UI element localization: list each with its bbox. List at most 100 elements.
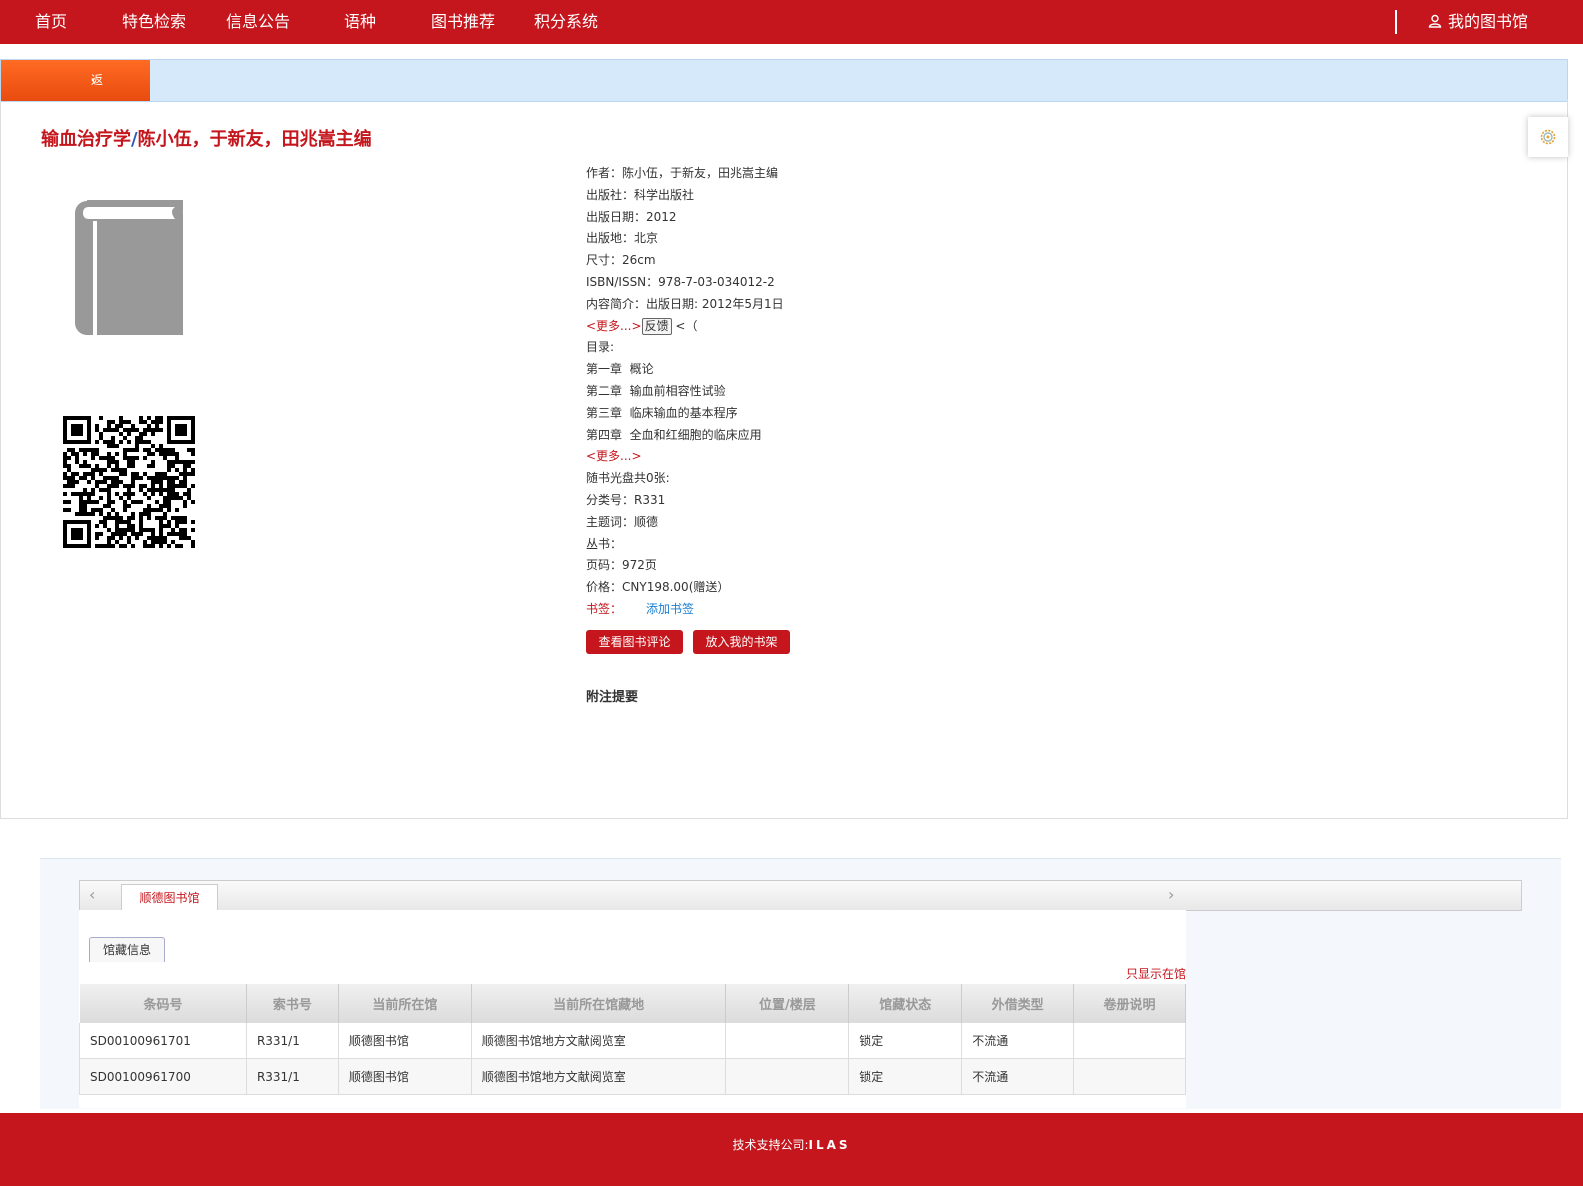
tab-shunde-library[interactable]: 顺德图书馆 (121, 884, 218, 911)
field-publisher: 出版社：科学出版社 (586, 185, 784, 207)
back-to-list-button[interactable]: ‹ 返回列表 (1, 60, 150, 210)
nav-points-system[interactable]: 积分系统 (534, 0, 598, 44)
column-header[interactable]: 馆藏状态 (848, 984, 963, 1023)
field-label: 随书光盘共0张: (586, 471, 670, 486)
field-value: 26cm (622, 253, 656, 268)
field-label: 出版地： (586, 231, 635, 246)
column-header[interactable]: 条码号 (79, 984, 247, 1023)
notes-heading: 附注提要 (586, 690, 639, 705)
summary-more-row: <更多...> 反馈 <（ (586, 316, 784, 338)
nav-home[interactable]: 首页 (35, 0, 67, 44)
column-header[interactable]: 卷册说明 (1073, 984, 1186, 1023)
tab-holdings-info[interactable]: 馆藏信息 (89, 937, 165, 962)
bibliographic-info: 作者：陈小伍，于新友，田兆嵩主编 出版社：科学出版社 出版日期：2012 出版地… (586, 163, 784, 621)
table-cell: 顺德图书馆 (337, 1022, 472, 1059)
table-cell: 不流通 (961, 1058, 1075, 1095)
field-value: 陈小伍，于新友，田兆嵩主编 (622, 166, 779, 180)
field-isbn: ISBN/ISSN：978-7-03-034012-2 (586, 272, 784, 294)
table-row: SD00100961701 R331/1 顺德图书馆 顺德图书馆地方文献阅览室 … (79, 1022, 1186, 1059)
table-cell: 不流通 (961, 1022, 1075, 1059)
field-pages: 页码：972页 (586, 555, 784, 577)
view-reviews-button[interactable]: 查看图书评论 (586, 630, 683, 654)
field-value: 972页 (622, 558, 657, 573)
field-pub-date: 出版日期：2012 (586, 207, 784, 229)
field-label: 作者： (586, 166, 623, 180)
field-pub-place: 出版地：北京 (586, 228, 784, 250)
user-icon (1428, 14, 1442, 28)
table-row: SD00100961700 R331/1 顺德图书馆 顺德图书馆地方文献阅览室 … (79, 1058, 1186, 1095)
nav-languages[interactable]: 语种 (344, 0, 376, 44)
add-to-shelf-button[interactable]: 放入我的书架 (693, 630, 790, 654)
table-cell: R331/1 (245, 1022, 339, 1059)
table-cell: SD00100961700 (79, 1058, 247, 1095)
nav-announcements[interactable]: 信息公告 (226, 0, 290, 44)
table-cell (725, 1058, 850, 1095)
column-header[interactable]: 外借类型 (961, 984, 1075, 1023)
feedback-trailing-text: <（ (675, 318, 698, 333)
table-cell (1073, 1022, 1186, 1059)
field-label: 出版日期： (586, 209, 647, 224)
field-label: 内容简介： (586, 296, 647, 311)
footer: 技术支持公司:ILAS (0, 1113, 1583, 1186)
column-header[interactable]: 当前所在馆 (337, 984, 472, 1023)
field-value: 科学出版社 (634, 187, 695, 202)
toc-label: 目录: (586, 340, 615, 355)
my-library-label: 我的图书馆 (1448, 12, 1529, 31)
field-value: R331 (634, 492, 666, 507)
toc-more-row: <更多...> (586, 446, 784, 468)
field-label: 页码： (586, 558, 623, 573)
table-cell (725, 1022, 850, 1059)
toc-more-link[interactable]: <更多...> (586, 449, 642, 463)
column-header[interactable]: 索书号 (245, 984, 339, 1023)
table-cell: R331/1 (245, 1058, 339, 1095)
column-header[interactable]: 当前所在馆藏地 (470, 984, 727, 1023)
feedback-button[interactable]: 反馈 (641, 317, 672, 335)
table-cell: 锁定 (848, 1022, 963, 1059)
table-cell: 顺德图书馆 (337, 1058, 472, 1095)
toc-item: 第一章 概论 (586, 362, 654, 377)
field-cd: 随书光盘共0张: (586, 468, 784, 490)
field-size: 尺寸：26cm (586, 250, 784, 272)
field-series: 丛书： (586, 534, 784, 556)
table-cell: 锁定 (848, 1058, 963, 1095)
field-value: CNY198.00(赠送） (622, 580, 730, 595)
arrow-right-icon[interactable]: › (1168, 885, 1174, 904)
field-label: 丛书： (586, 536, 623, 551)
summary-more-link[interactable]: <更多...> (586, 319, 642, 333)
field-value: 2012 (646, 209, 677, 224)
only-in-library-link[interactable]: 只显示在馆 (1126, 965, 1186, 982)
table-cell (1073, 1058, 1186, 1095)
title-separator: / (131, 129, 138, 150)
library-tab-strip: ‹ › (79, 880, 1522, 911)
field-value: 北京 (634, 231, 659, 246)
my-library-link[interactable]: 我的图书馆 (1428, 0, 1528, 44)
field-label: ISBN/ISSN： (586, 274, 659, 289)
toc-item: 第二章 输血前相容性试验 (586, 383, 726, 398)
settings-gear-button[interactable] (1528, 117, 1568, 157)
nav-special-search[interactable]: 特色检索 (122, 0, 186, 44)
holdings-table: 条码号 索书号 当前所在馆 当前所在馆藏地 位置/楼层 馆藏状态 外借类型 卷册… (79, 984, 1186, 1095)
add-bookmark-link[interactable]: 添加书签 (646, 602, 694, 616)
field-label: 主题词： (586, 514, 635, 529)
sub-toolbar (0, 59, 1568, 102)
field-label: 价格： (586, 580, 623, 595)
field-value: 出版日期: 2012年5月1日 (646, 296, 784, 311)
field-author: 作者：陈小伍，于新友，田兆嵩主编 (586, 163, 784, 185)
table-cell: 顺德图书馆地方文献阅览室 (470, 1022, 727, 1059)
nav-recommendations[interactable]: 图书推荐 (431, 0, 495, 44)
gear-icon (1540, 129, 1556, 145)
bookmark-label: 书签： (586, 601, 623, 616)
field-subject: 主题词：顺德 (586, 512, 784, 534)
field-label: 分类号： (586, 492, 635, 507)
column-header[interactable]: 位置/楼层 (725, 984, 850, 1023)
field-class-number: 分类号：R331 (586, 490, 784, 512)
field-price: 价格：CNY198.00(赠送） (586, 577, 784, 599)
book-responsibility: 陈小伍，于新友，田兆嵩主编 (137, 129, 372, 150)
toc-item: 第四章 全血和红细胞的临床应用 (586, 427, 762, 442)
book-placeholder-icon (75, 200, 183, 335)
top-nav: 首页 特色检索 信息公告 语种 图书推荐 积分系统 我的图书馆 (0, 0, 1583, 44)
footer-company: ILAS (808, 1138, 851, 1152)
table-header-row: 条码号 索书号 当前所在馆 当前所在馆藏地 位置/楼层 馆藏状态 外借类型 卷册… (79, 984, 1186, 1023)
arrow-left-icon[interactable]: ‹ (89, 885, 95, 904)
toc-item: 第三章 临床输血的基本程序 (586, 405, 738, 420)
